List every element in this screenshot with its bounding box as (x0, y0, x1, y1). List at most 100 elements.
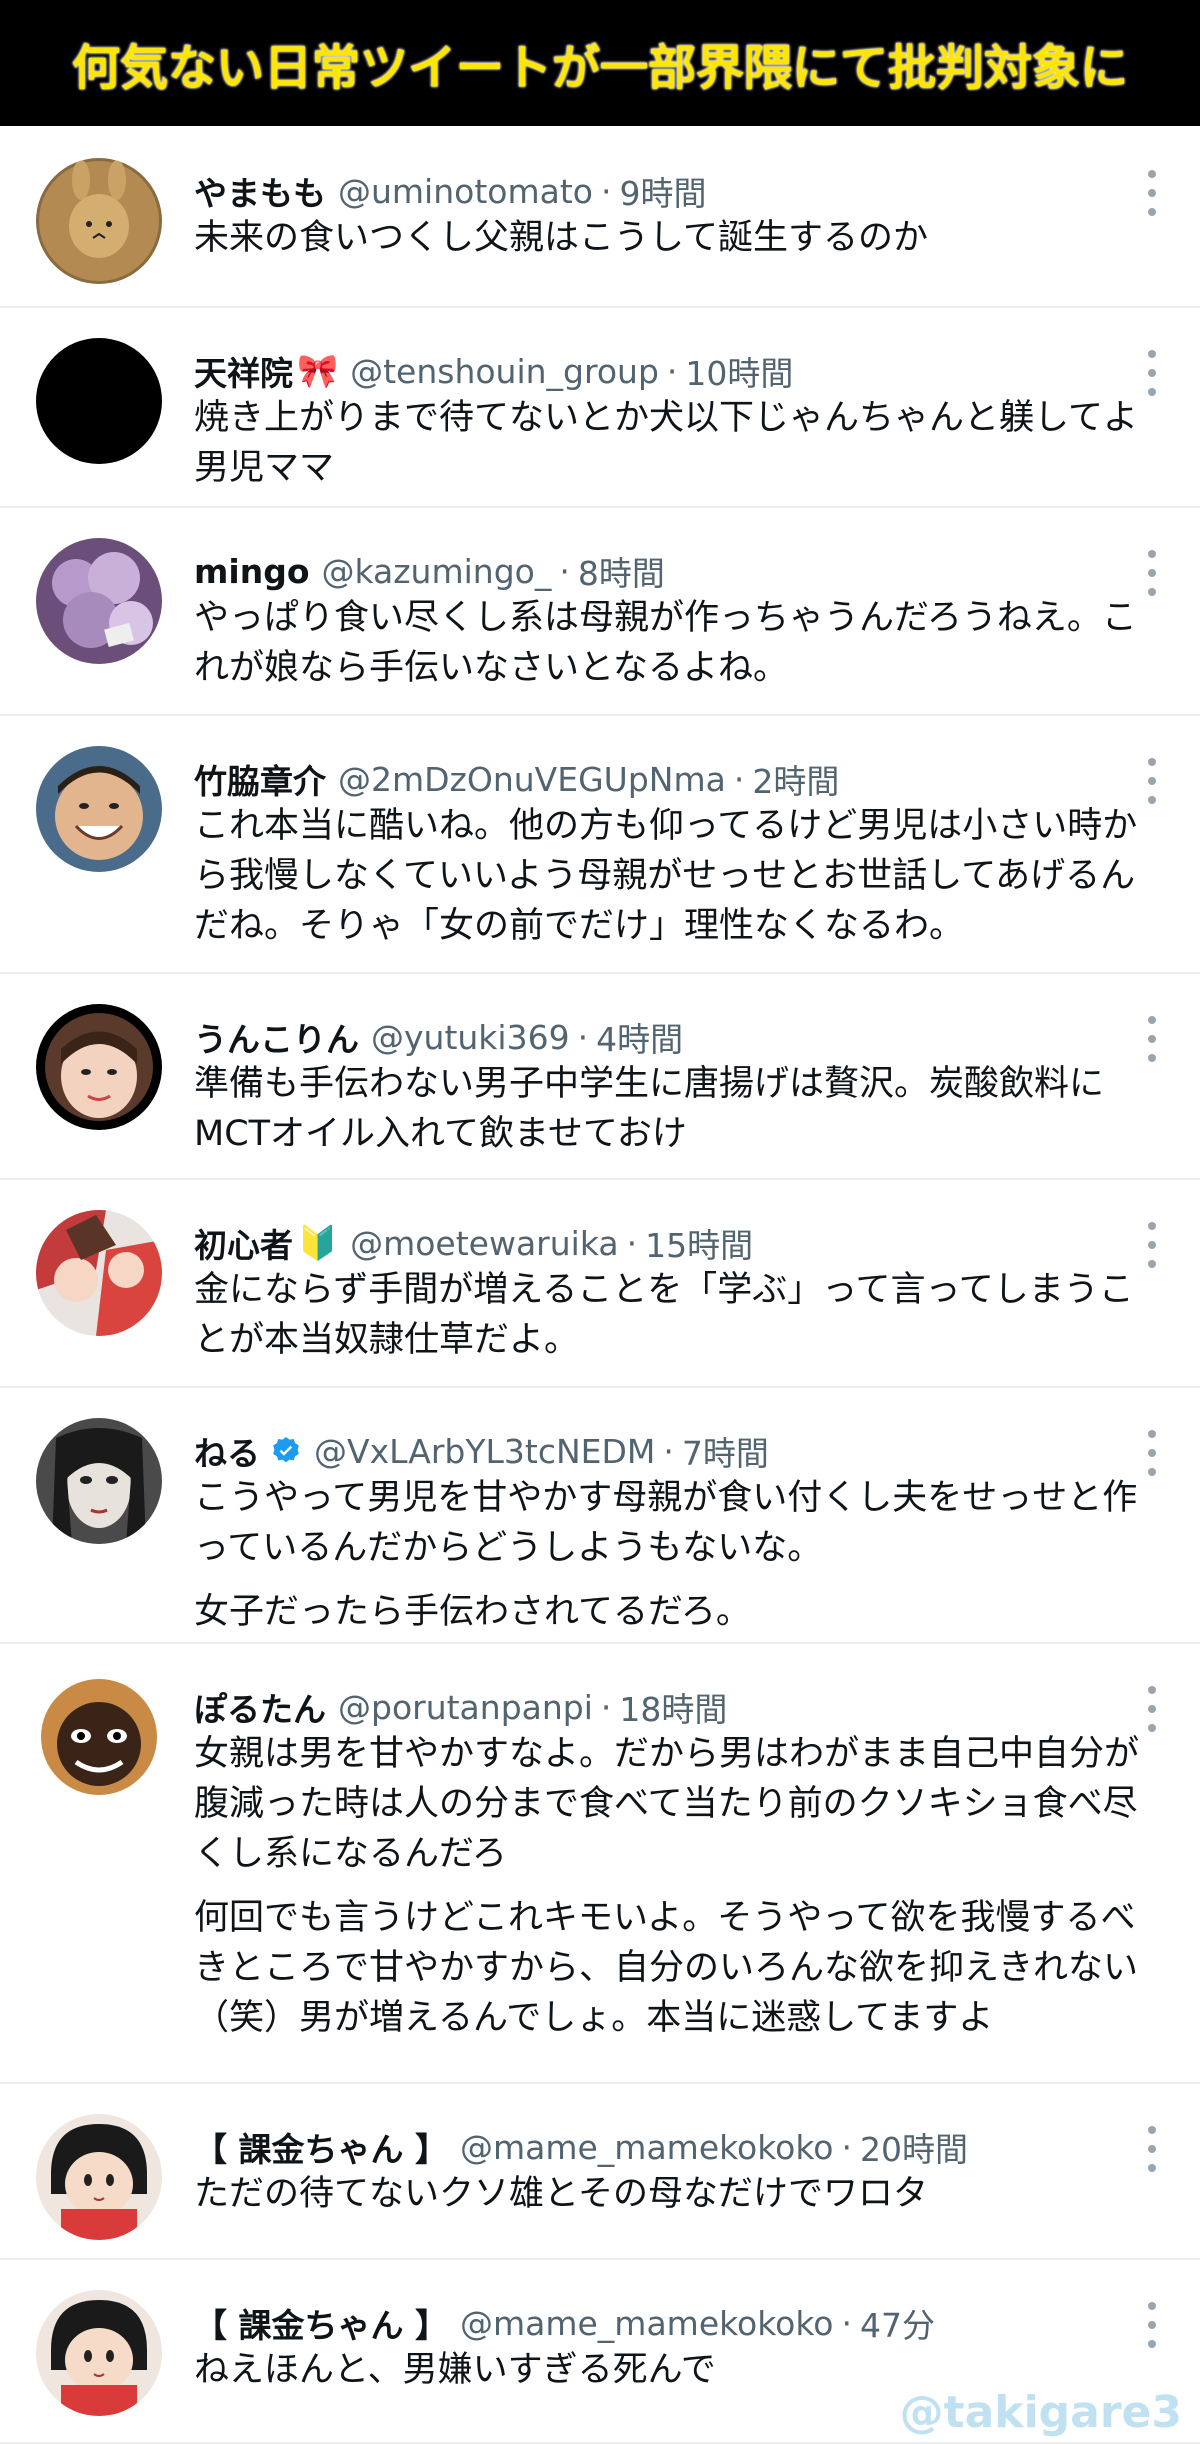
user-handle[interactable]: @tenshouin_group (350, 352, 659, 391)
user-handle[interactable]: @mame_mamekokoko (460, 2304, 834, 2343)
separator-dot: · (733, 759, 745, 799)
timestamp[interactable]: 18時間 (619, 1683, 727, 1731)
user-handle[interactable]: @VxLArbYL3tcNEDM (314, 1432, 655, 1471)
tweet-text-line: 女子だったら手伝わされてるだろ。 (194, 1592, 751, 1632)
tweet-text-line: 焼き上がりまで待てないとか犬以下じゃんちゃんと躾してよ男児ママ (194, 398, 1138, 488)
avatar[interactable] (36, 538, 162, 664)
separator-dot: · (666, 351, 678, 391)
display-name[interactable]: 初心者 (194, 1219, 293, 1267)
more-options-icon[interactable] (1146, 2126, 1158, 2172)
tweet-reply[interactable]: うんこりん @yutuki369 · 4時間 準備も手伝わない男子中学生に唐揚げは贅沢。… (0, 974, 1200, 1180)
title-banner: 何気ない日常ツイートが一部界隈にて批判対象に (0, 0, 1200, 126)
more-options-icon[interactable] (1146, 1430, 1158, 1476)
name-emoji-badge: 🎀 (297, 351, 339, 390)
timestamp[interactable]: 10時間 (685, 347, 793, 395)
avatar[interactable] (36, 158, 162, 284)
tweet-body: 金にならず手間が増えることを「学ぶ」って言ってしまうことが本当奴隷仕草だよ。 (194, 1265, 1164, 1365)
display-name[interactable]: 【 課金ちゃん 】 (194, 2299, 448, 2347)
display-name[interactable]: うんこりん (194, 1013, 359, 1061)
avatar[interactable] (36, 1004, 162, 1130)
tweet-reply[interactable]: 【 課金ちゃん 】 @mame_mamekokoko · 20時間 ただの待てないクソ雄… (0, 2084, 1200, 2260)
more-options-icon[interactable] (1146, 758, 1158, 804)
avatar[interactable] (36, 1418, 162, 1544)
tweet-header: やまもも @uminotomato · 9時間 (194, 166, 1110, 216)
display-name[interactable]: ねる (194, 1427, 260, 1475)
watermark: @takigare3 (899, 2387, 1182, 2438)
tweet-body: これ本当に酷いね。他の方も仰ってるけど男児は小さい時から我慢しなくていいよう母親… (194, 801, 1164, 951)
avatar[interactable] (36, 338, 162, 464)
separator-dot: · (600, 1687, 612, 1727)
timestamp[interactable]: 8時間 (578, 547, 665, 595)
avatar[interactable] (36, 1210, 162, 1336)
tweet-text-line: やっぱり食い尽くし系は母親が作っちゃうんだろうねえ。これが娘なら手伝いなさいとな… (194, 598, 1137, 688)
avatar[interactable] (36, 2290, 162, 2416)
avatar[interactable] (36, 746, 162, 872)
timestamp[interactable]: 15時間 (645, 1219, 753, 1267)
user-handle[interactable]: @mame_mamekokoko (460, 2128, 834, 2167)
user-handle[interactable]: @moetewaruika (350, 1224, 619, 1263)
display-name[interactable]: 天祥院 (194, 347, 293, 395)
tweet-header: 竹脇章介 @2mDzOnuVEGUpNma · 2時間 (194, 754, 1110, 804)
more-options-icon[interactable] (1146, 2302, 1158, 2348)
more-options-icon[interactable] (1146, 1686, 1158, 1732)
tweet-header: 【 課金ちゃん 】 @mame_mamekokoko · 47分 (194, 2298, 1110, 2348)
tweet-text-line: 女親は男を甘やかすなよ。だから男はわがまま自己中自分が腹減った時は人の分まで食べ… (194, 1734, 1140, 1874)
separator-dot: · (577, 1017, 589, 1057)
tweet-reply[interactable]: やまもも @uminotomato · 9時間 未来の食いつくし父親はこうして誕生するの… (0, 128, 1200, 308)
more-options-icon[interactable] (1146, 350, 1158, 396)
tweet-body: 女親は男を甘やかすなよ。だから男はわがまま自己中自分が腹減った時は人の分まで食べ… (194, 1729, 1164, 2043)
display-name[interactable]: 竹脇章介 (194, 755, 326, 803)
display-name[interactable]: ぽるたん (194, 1683, 326, 1731)
separator-dot: · (841, 2127, 853, 2167)
user-handle[interactable]: @2mDzOnuVEGUpNma (338, 760, 726, 799)
tweet-text-line: 何回でも言うけどこれキモいよ。そうやって欲を我慢するべきところで甘やかすから、自… (194, 1898, 1138, 2038)
tweet-body: ただの待てないクソ雄とその母なだけでワロタ (194, 2169, 1164, 2219)
more-options-icon[interactable] (1146, 1016, 1158, 1062)
tweet-body: 焼き上がりまで待てないとか犬以下じゃんちゃんと躾してよ男児ママ (194, 393, 1164, 493)
tweet-body: 未来の食いつくし父親はこうして誕生するのか (194, 213, 1164, 263)
tweet-reply[interactable]: 初心者 🔰 @moetewaruika · 15時間 金にならず手間が増えることを「学ぶ」… (0, 1180, 1200, 1388)
tweet-text-line: 準備も手伝わない男子中学生に唐揚げは贅沢。炭酸飲料にMCTオイル入れて飲ませてお… (194, 1064, 1105, 1154)
timestamp[interactable]: 4時間 (596, 1013, 683, 1061)
banner-title: 何気ない日常ツイートが一部界隈にて批判対象に (71, 40, 1128, 96)
more-options-icon[interactable] (1146, 1222, 1158, 1268)
tweet-body: やっぱり食い尽くし系は母親が作っちゃうんだろうねえ。これが娘なら手伝いなさいとな… (194, 593, 1164, 693)
timestamp[interactable]: 2時間 (752, 755, 839, 803)
tweet-header: うんこりん @yutuki369 · 4時間 (194, 1012, 1110, 1062)
timestamp[interactable]: 47分 (860, 2299, 935, 2347)
separator-dot: · (626, 1223, 638, 1263)
tweet-reply[interactable]: ぽるたん @porutanpanpi · 18時間 女親は男を甘やかすなよ。だから男はわ… (0, 1644, 1200, 2084)
tweet-header: ねる @VxLArbYL3tcNEDM · 7時間 (194, 1426, 1110, 1476)
avatar[interactable] (36, 1674, 162, 1800)
separator-dot: · (559, 551, 570, 591)
display-name[interactable]: やまもも (194, 167, 326, 215)
tweet-header: 天祥院 🎀 @tenshouin_group · 10時間 (194, 346, 1110, 396)
separator-dot: · (600, 171, 612, 211)
tweet-text-line: こうやって男児を甘やかす母親が食い付くし夫をせっせと作っているんだからどうしよう… (194, 1478, 1138, 1568)
avatar[interactable] (36, 2114, 162, 2240)
display-name[interactable]: 【 課金ちゃん 】 (194, 2123, 448, 2171)
timestamp[interactable]: 9時間 (619, 167, 706, 215)
more-options-icon[interactable] (1146, 550, 1158, 596)
tweet-reply[interactable]: mingo @kazumingo_ · 8時間 やっぱり食い尽くし系は母親が作っちゃうん… (0, 508, 1200, 716)
more-options-icon[interactable] (1146, 170, 1158, 216)
tweet-text-line: 金にならず手間が増えることを「学ぶ」って言ってしまうことが本当奴隷仕草だよ。 (194, 1270, 1134, 1360)
name-emoji-badge: 🔰 (297, 1223, 339, 1262)
tweet-reply[interactable]: 竹脇章介 @2mDzOnuVEGUpNma · 2時間 これ本当に酷いね。他の方も仰って… (0, 716, 1200, 974)
tweet-text-line: 未来の食いつくし父親はこうして誕生するのか (194, 218, 928, 258)
timestamp[interactable]: 20時間 (860, 2123, 968, 2171)
timestamp[interactable]: 7時間 (682, 1427, 769, 1475)
user-handle[interactable]: @uminotomato (338, 172, 593, 211)
user-handle[interactable]: @porutanpanpi (338, 1688, 593, 1727)
tweet-body: こうやって男児を甘やかす母親が食い付くし夫をせっせと作っているんだからどうしよう… (194, 1473, 1164, 1637)
tweet-body: 準備も手伝わない男子中学生に唐揚げは贅沢。炭酸飲料にMCTオイル入れて飲ませてお… (194, 1059, 1164, 1159)
tweet-text-line: これ本当に酷いね。他の方も仰ってるけど男児は小さい時から我慢しなくていいよう母親… (194, 806, 1138, 946)
user-handle[interactable]: @kazumingo_ (321, 552, 551, 591)
tweet-reply[interactable]: ねる @VxLArbYL3tcNEDM · 7時間 こうやって男児を甘やかす母親が食い付… (0, 1388, 1200, 1644)
tweet-header: mingo @kazumingo_ · 8時間 (194, 546, 1110, 596)
user-handle[interactable]: @yutuki369 (371, 1018, 570, 1057)
tweet-reply[interactable]: 天祥院 🎀 @tenshouin_group · 10時間 焼き上がりまで待てないとか犬以… (0, 308, 1200, 508)
tweet-header: 【 課金ちゃん 】 @mame_mamekokoko · 20時間 (194, 2122, 1110, 2172)
display-name[interactable]: mingo (194, 552, 309, 591)
tweet-header: 初心者 🔰 @moetewaruika · 15時間 (194, 1218, 1110, 1268)
